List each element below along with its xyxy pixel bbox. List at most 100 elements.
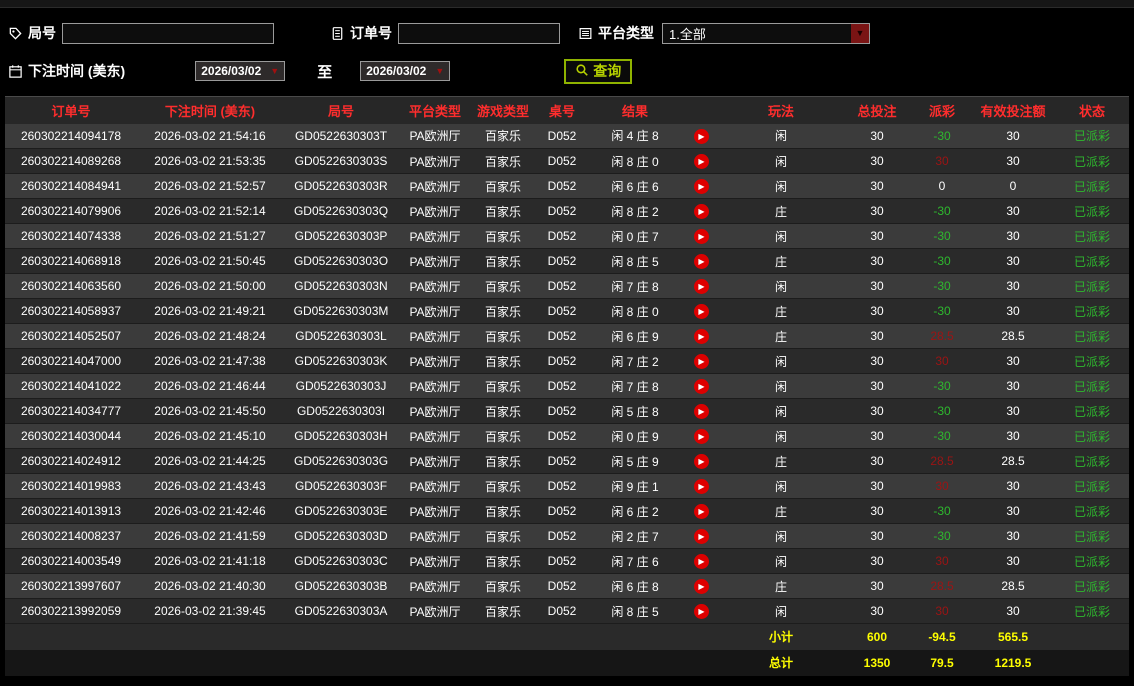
cell-game-no: GD0522630303I: [296, 404, 386, 418]
cell-game-type: 百家乐: [484, 254, 521, 269]
cell-result: 闲 4 庄 8: [611, 129, 659, 144]
cell-replay: ▶: [681, 174, 721, 199]
cell-bet-time: 2026-03-02 21:54:16: [154, 128, 266, 143]
cell-order-no: 260302214008237: [20, 529, 122, 543]
play-icon[interactable]: ▶: [693, 179, 709, 195]
cell-bet-time: 2026-03-02 21:51:27: [154, 229, 266, 243]
table-row: 260302214041022 2026-03-02 21:46:44 GD05…: [5, 373, 1129, 399]
cell-play: 庄: [774, 204, 787, 219]
play-icon[interactable]: ▶: [693, 579, 709, 595]
cell-platform: PA欧洲厅: [409, 529, 461, 544]
cell-order-no: 260302214058937: [20, 304, 122, 318]
table-row: 260302214089268 2026-03-02 21:53:35 GD05…: [5, 148, 1129, 174]
play-icon[interactable]: ▶: [693, 454, 709, 470]
cell-total-bet: 30: [870, 229, 884, 243]
table-row: 260302214013913 2026-03-02 21:42:46 GD05…: [5, 498, 1129, 524]
play-icon[interactable]: ▶: [693, 604, 709, 620]
table-body: 260302214094178 2026-03-02 21:54:16 GD05…: [5, 123, 1129, 624]
table-row: 260302214008237 2026-03-02 21:41:59 GD05…: [5, 523, 1129, 549]
cell-order-no: 260302214089268: [20, 154, 122, 168]
play-icon[interactable]: ▶: [693, 229, 709, 245]
table-row: 260302214052507 2026-03-02 21:48:24 GD05…: [5, 323, 1129, 349]
play-icon[interactable]: ▶: [693, 154, 709, 170]
cell-result: 闲 8 庄 5: [611, 254, 659, 269]
cell-order-no: 260302214084941: [20, 179, 122, 193]
subtotal-label: 小计: [768, 630, 793, 645]
play-icon[interactable]: ▶: [693, 304, 709, 320]
col-header-bet-time: 下注时间 (美东): [164, 103, 256, 119]
platform-select[interactable]: 1.全部 ▼: [662, 22, 870, 44]
cell-order-no: 260302214003549: [20, 554, 122, 568]
cell-play: 闲: [774, 154, 787, 169]
cell-payout: 28.5: [930, 329, 954, 343]
cell-payout: -30: [933, 304, 951, 318]
play-icon[interactable]: ▶: [693, 529, 709, 545]
cell-game-type: 百家乐: [484, 354, 521, 369]
cell-game-no: GD0522630303N: [294, 279, 388, 293]
query-button[interactable]: 查询: [564, 58, 633, 84]
cell-total-bet: 30: [870, 604, 884, 618]
play-icon[interactable]: ▶: [693, 479, 709, 495]
cell-total-bet: 30: [870, 454, 884, 468]
cell-result: 闲 2 庄 7: [611, 529, 659, 544]
date-from-picker[interactable]: 2026/03/02 ▼: [195, 61, 286, 81]
play-icon[interactable]: ▶: [693, 379, 709, 395]
cell-bet-time: 2026-03-02 21:50:00: [154, 279, 266, 293]
play-icon[interactable]: ▶: [693, 279, 709, 295]
cell-status: 已派彩: [1073, 154, 1110, 169]
cell-valid-bet: 30: [1006, 404, 1020, 418]
cell-valid-bet: 30: [1006, 128, 1020, 143]
cell-valid-bet: 30: [1006, 554, 1020, 568]
play-icon[interactable]: ▶: [693, 554, 709, 570]
platform-select-value: 1.全部: [669, 26, 706, 42]
total-payout: 79.5: [930, 655, 954, 670]
cell-valid-bet: 30: [1006, 479, 1020, 493]
top-strip: [0, 0, 1134, 8]
cell-play: 庄: [774, 504, 787, 519]
order-no-input[interactable]: [398, 22, 560, 44]
cell-valid-bet: 30: [1006, 279, 1020, 293]
cell-play: 闲: [774, 379, 787, 394]
cell-payout: 28.5: [930, 579, 954, 593]
date-from-value: 2026/03/02: [201, 64, 262, 78]
cell-game-no: GD0522630303E: [294, 504, 388, 518]
cell-status: 已派彩: [1073, 129, 1110, 144]
cell-replay: ▶: [681, 524, 721, 549]
cell-platform: PA欧洲厅: [409, 479, 461, 494]
play-icon[interactable]: ▶: [693, 354, 709, 370]
cell-bet-time: 2026-03-02 21:52:14: [154, 204, 266, 218]
bet-records-table: 订单号 下注时间 (美东) 局号 平台类型 游戏类型 桌号 结果 玩法 总投注 …: [5, 96, 1129, 676]
cell-payout: 28.5: [930, 454, 954, 468]
play-icon[interactable]: ▶: [693, 404, 709, 420]
total-total-bet: 1350: [863, 655, 891, 670]
play-icon[interactable]: ▶: [693, 504, 709, 520]
play-icon[interactable]: ▶: [693, 254, 709, 270]
cell-table-no: D052: [547, 128, 577, 143]
cell-platform: PA欧洲厅: [409, 229, 461, 244]
cell-table-no: D052: [547, 354, 577, 368]
cell-game-type: 百家乐: [484, 429, 521, 444]
col-header-play: 玩法: [767, 103, 794, 119]
play-icon[interactable]: ▶: [693, 329, 709, 345]
cell-replay: ▶: [681, 474, 721, 499]
cell-platform: PA欧洲厅: [409, 504, 461, 519]
cell-order-no: 260302214024912: [20, 454, 122, 468]
cell-platform: PA欧洲厅: [409, 554, 461, 569]
cell-platform: PA欧洲厅: [409, 254, 461, 269]
play-icon[interactable]: ▶: [693, 204, 709, 220]
subtotal-total-bet: 600: [866, 629, 888, 644]
table-row: 260302214047000 2026-03-02 21:47:38 GD05…: [5, 348, 1129, 374]
table-row: 260302213992059 2026-03-02 21:39:45 GD05…: [5, 598, 1129, 624]
cell-replay: ▶: [681, 374, 721, 399]
cell-game-no: GD0522630303R: [294, 179, 388, 193]
play-icon[interactable]: ▶: [693, 129, 709, 144]
cell-result: 闲 7 庄 8: [611, 279, 659, 294]
date-to-picker[interactable]: 2026/03/02 ▼: [360, 61, 451, 81]
table-row: 260302214068918 2026-03-02 21:50:45 GD05…: [5, 248, 1129, 274]
tag-icon: [8, 26, 23, 41]
cell-bet-time: 2026-03-02 21:43:43: [154, 479, 266, 493]
game-no-input[interactable]: [62, 22, 274, 44]
cell-platform: PA欧洲厅: [409, 604, 461, 619]
play-icon[interactable]: ▶: [693, 429, 709, 445]
table-row: 260302214079906 2026-03-02 21:52:14 GD05…: [5, 198, 1129, 224]
